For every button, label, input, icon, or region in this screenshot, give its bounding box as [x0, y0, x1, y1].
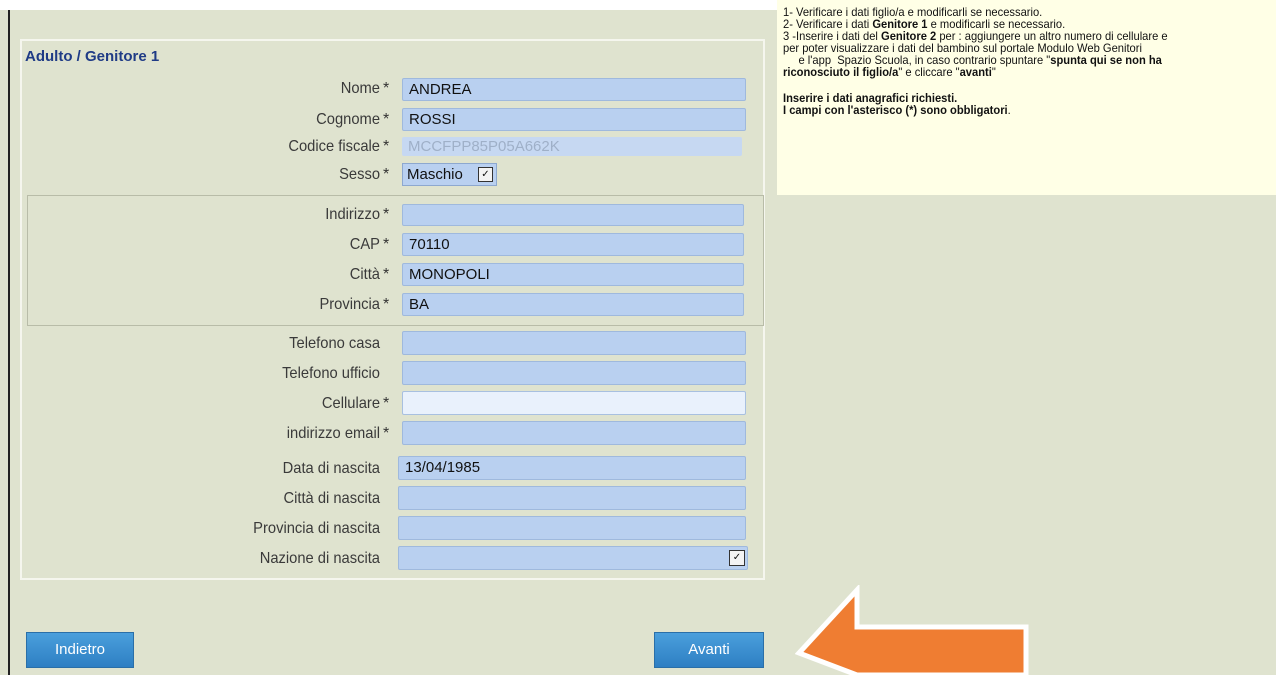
nome-input[interactable]: ANDREA [402, 78, 746, 101]
provincia-input[interactable]: BA [402, 293, 744, 316]
codice-fiscale-label: Codice fiscale [288, 138, 380, 155]
citta-label: Città [349, 266, 380, 283]
cellulare-input[interactable] [402, 391, 746, 415]
indirizzo-input[interactable] [402, 204, 744, 226]
email-input[interactable] [402, 421, 746, 445]
email-label: indirizzo email [286, 425, 380, 442]
sesso-required-mark: * [383, 166, 390, 183]
codice-fiscale-input: MCCFPP85P05A662K [402, 137, 742, 156]
data-nascita-input[interactable]: 13/04/1985 [398, 456, 746, 480]
cellulare-label: Cellulare [321, 395, 380, 412]
nome-label: Nome [340, 80, 380, 97]
provincia-required-mark: * [383, 296, 390, 313]
left-divider [8, 10, 10, 675]
indirizzo-required-mark: * [383, 206, 390, 223]
instruction-3-cont-3: riconosciuto il figlio/a" e cliccare "av… [783, 65, 996, 79]
citta-required-mark: * [383, 266, 390, 283]
instruction-asterisk-note: I campi con l'asterisco (*) sono obbliga… [783, 103, 1011, 117]
section-title: Adulto / Genitore 1 [25, 48, 160, 65]
next-button[interactable]: Avanti [654, 632, 764, 668]
instructions-text: 1- Verificare i dati figlio/a e modifica… [783, 6, 1271, 116]
email-required-mark: * [383, 425, 390, 442]
nome-required-mark: * [383, 80, 390, 97]
cognome-input[interactable]: ROSSI [402, 108, 746, 131]
provincia-label: Provincia [319, 296, 380, 313]
sesso-label: Sesso [339, 166, 380, 183]
telefono-casa-label: Telefono casa [289, 335, 380, 352]
cap-required-mark: * [383, 236, 390, 253]
data-nascita-label: Data di nascita [282, 460, 380, 477]
cognome-required-mark: * [383, 111, 390, 128]
indirizzo-label: Indirizzo [325, 206, 380, 223]
chevron-down-icon[interactable]: ✓ [478, 167, 493, 182]
cap-input[interactable]: 70110 [402, 233, 744, 256]
sesso-select-value: Maschio [407, 166, 463, 183]
citta-nascita-input[interactable] [398, 486, 746, 510]
arrow-left-icon [795, 585, 1029, 675]
telefono-casa-input[interactable] [402, 331, 746, 355]
cellulare-required-mark: * [383, 395, 390, 412]
sesso-select[interactable]: Maschio ✓ [402, 163, 497, 186]
cap-label: CAP [349, 236, 380, 253]
citta-input[interactable]: MONOPOLI [402, 263, 744, 286]
chevron-down-icon[interactable]: ✓ [729, 550, 745, 566]
provincia-nascita-label: Provincia di nascita [253, 520, 380, 537]
cognome-label: Cognome [316, 111, 380, 128]
codice-fiscale-required-mark: * [383, 138, 390, 155]
telefono-ufficio-label: Telefono ufficio [282, 365, 380, 382]
back-button[interactable]: Indietro [26, 632, 134, 668]
nazione-nascita-label: Nazione di nascita [259, 550, 380, 567]
provincia-nascita-input[interactable] [398, 516, 746, 540]
telefono-ufficio-input[interactable] [402, 361, 746, 385]
nazione-nascita-select[interactable]: ✓ [398, 546, 748, 570]
citta-nascita-label: Città di nascita [283, 490, 380, 507]
